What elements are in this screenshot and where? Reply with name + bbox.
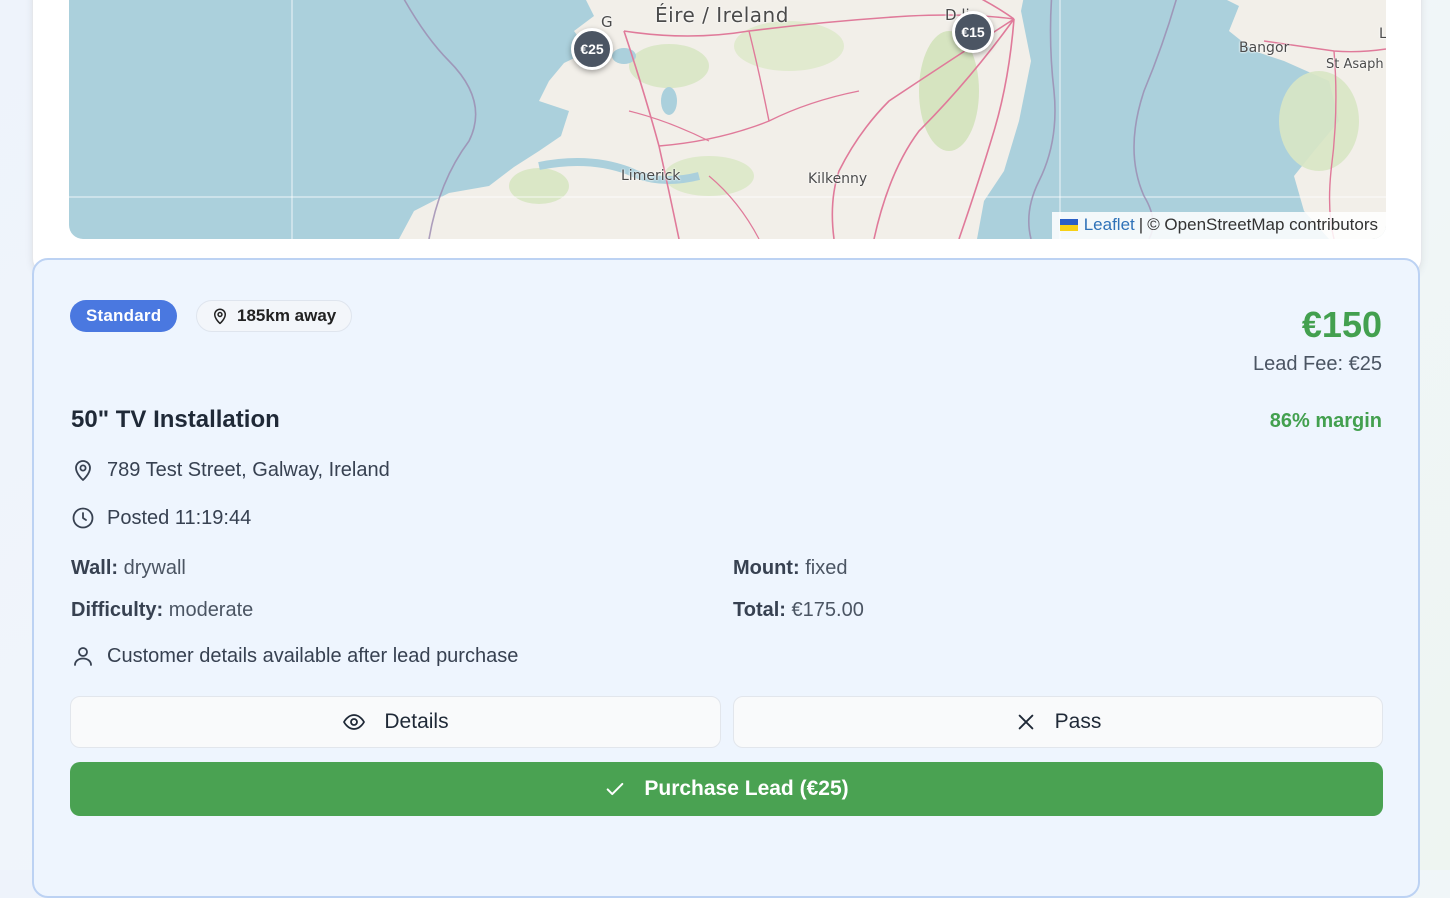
map-attribution: Leaflet | © OpenStreetMap contributors: [1051, 212, 1386, 239]
pass-button-label: Pass: [1054, 710, 1102, 733]
eye-icon: [342, 710, 366, 734]
osm-attribution: © OpenStreetMap contributors: [1147, 215, 1378, 234]
map-card: Éire / Ireland G D lin Limerick Kilkenny…: [32, 0, 1422, 276]
map-label-edge-partial: L: [1379, 26, 1386, 42]
customer-note-row: Customer details available after lead pu…: [71, 644, 518, 668]
map-label-kilkenny: Kilkenny: [808, 171, 868, 187]
ukraine-flag-icon: [1059, 219, 1078, 231]
spec-total-key: Total:: [733, 599, 786, 621]
leaflet-link[interactable]: Leaflet: [1084, 215, 1135, 235]
map-label-limerick: Limerick: [621, 168, 681, 184]
map-marker-label: €15: [961, 24, 985, 40]
map-label-galway-partial: G: [601, 13, 613, 31]
map-marker-label: €25: [580, 41, 604, 57]
lead-fee: Lead Fee: €25: [1253, 353, 1382, 375]
map-label-bangor: Bangor: [1239, 40, 1290, 56]
details-button-label: Details: [384, 710, 449, 733]
pass-button[interactable]: Pass: [733, 696, 1383, 748]
distance-text: 185km away: [237, 306, 337, 325]
spec-mount-value: fixed: [805, 557, 848, 579]
posted-text: Posted 11:19:44: [107, 506, 252, 529]
spec-difficulty-value: moderate: [168, 599, 254, 621]
x-icon: [1015, 711, 1037, 733]
spec-mount-key: Mount:: [733, 557, 800, 579]
lead-card: Standard 185km away €150 Lead Fee: €25 5…: [32, 258, 1420, 898]
posted-row: Posted 11:19:44: [71, 506, 251, 530]
purchase-lead-button[interactable]: Purchase Lead (€25): [70, 762, 1383, 816]
details-button[interactable]: Details: [70, 696, 721, 748]
spec-total-value: €175.00: [791, 599, 864, 621]
map-label-country: Éire / Ireland: [655, 3, 789, 27]
user-icon: [71, 644, 95, 668]
map-label-st-asaph: St Asaph: [1326, 57, 1384, 72]
clock-icon: [71, 506, 95, 530]
spec-total: Total: €175.00: [733, 599, 864, 622]
map-marker-lead[interactable]: €25: [571, 28, 613, 70]
lead-price: €150: [1301, 304, 1382, 345]
map-pin-icon: [71, 458, 95, 482]
spec-wall: Wall: drywall: [71, 557, 186, 580]
purchase-button-label: Purchase Lead (€25): [644, 777, 849, 800]
map-marker-lead[interactable]: €15: [952, 11, 994, 53]
attribution-separator: |: [1138, 215, 1144, 234]
spec-difficulty: Difficulty: moderate: [71, 599, 253, 622]
spec-wall-key: Wall:: [71, 557, 119, 579]
leads-map[interactable]: Éire / Ireland G D lin Limerick Kilkenny…: [69, 0, 1386, 239]
address-text: 789 Test Street, Galway, Ireland: [107, 458, 390, 481]
spec-mount: Mount: fixed: [733, 557, 847, 580]
distance-badge: 185km away: [196, 300, 353, 332]
map-tiles: [69, 0, 1386, 239]
map-pin-icon: [211, 307, 229, 325]
customer-note-text: Customer details available after lead pu…: [107, 644, 519, 667]
spec-wall-value: drywall: [123, 557, 186, 579]
address-row: 789 Test Street, Galway, Ireland: [71, 458, 390, 482]
spec-difficulty-key: Difficulty:: [71, 599, 164, 621]
margin-text: 86% margin: [1269, 410, 1382, 432]
tier-badge: Standard: [70, 300, 178, 332]
lead-title: 50" TV Installation: [71, 406, 280, 433]
check-icon: [604, 778, 626, 800]
